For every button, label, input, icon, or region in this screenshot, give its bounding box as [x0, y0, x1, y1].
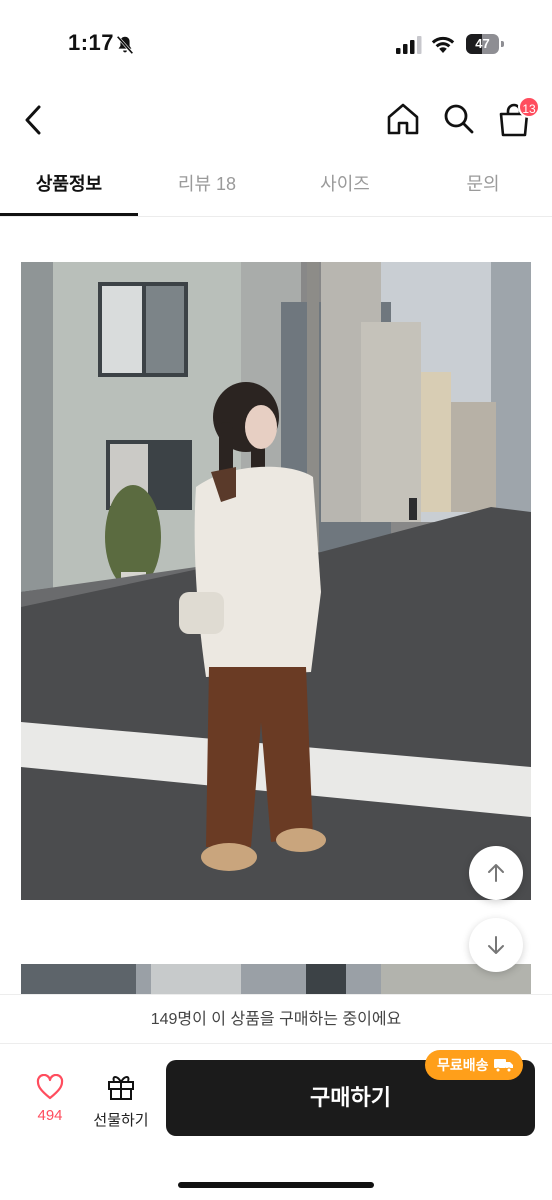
purchase-activity-notice: 149명이 이 상품을 구매하는 중이에요	[0, 994, 552, 1044]
gift-label: 선물하기	[93, 1112, 149, 1129]
gift-button[interactable]: 선물하기	[88, 1072, 154, 1130]
back-arrow-icon[interactable]	[18, 100, 50, 140]
search-icon[interactable]	[440, 100, 478, 138]
scroll-down-button[interactable]	[469, 918, 523, 972]
bottom-action-bar: 494 선물하기 구매하기 무료배송	[0, 1044, 552, 1200]
product-photo	[21, 262, 531, 900]
status-bar: 1:17 47	[0, 0, 552, 90]
truck-icon	[493, 1059, 513, 1073]
arrow-up-icon	[488, 864, 504, 882]
wifi-icon	[431, 36, 455, 53]
tab-size[interactable]: 사이즈	[276, 160, 414, 216]
free-shipping-label: 무료배송	[437, 1057, 489, 1073]
top-navigation: 13	[0, 90, 552, 150]
battery-level: 47	[475, 36, 490, 51]
home-indicator	[178, 1182, 374, 1188]
gift-icon	[108, 1076, 134, 1100]
battery-icon: 47	[466, 34, 504, 54]
cart-button[interactable]: 13	[494, 96, 540, 140]
product-photo-illustration	[21, 262, 531, 900]
arrow-down-icon	[488, 936, 504, 954]
cellular-signal-icon	[396, 36, 422, 54]
free-shipping-badge: 무료배송	[425, 1050, 523, 1080]
home-icon[interactable]	[384, 100, 422, 138]
heart-icon	[36, 1073, 64, 1100]
tab-inquiry[interactable]: 문의	[414, 160, 552, 216]
like-button[interactable]: 494	[24, 1073, 76, 1124]
bell-slash-icon	[116, 35, 134, 55]
product-tabs: 상품정보 리뷰 18 사이즈 문의	[0, 160, 552, 217]
scroll-up-button[interactable]	[469, 846, 523, 900]
cart-count-badge: 13	[518, 96, 540, 118]
tab-product-info[interactable]: 상품정보	[0, 160, 138, 216]
tab-reviews[interactable]: 리뷰 18	[138, 160, 276, 216]
like-count: 494	[37, 1107, 63, 1124]
status-time: 1:17	[68, 30, 115, 55]
